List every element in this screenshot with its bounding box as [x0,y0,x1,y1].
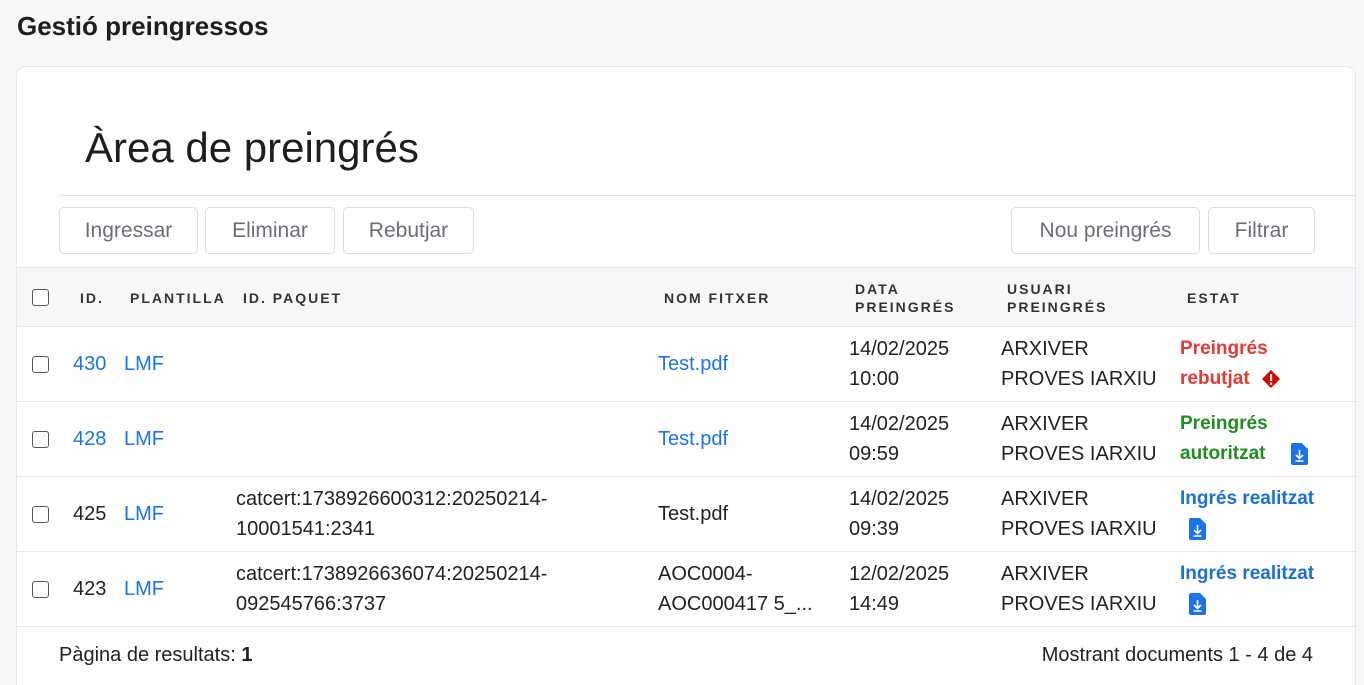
row-usuari: ARXIVER PROVES IARXIU [1001,334,1157,394]
status-line1: Preingrés [1180,413,1268,434]
row-usuari: ARXIVER PROVES IARXIU [1001,409,1157,469]
row-plantilla-link[interactable]: LMF [124,424,164,454]
header-usuari-preingres[interactable]: USUARI PREINGRÉS [1007,280,1107,316]
page-number[interactable]: 1 [241,644,252,666]
row-usuari-line2: PROVES IARXIU [1001,368,1157,390]
row-time: 10:00 [849,368,900,390]
table-row: 423 LMF catcert:1738926636074:20250214- … [17,552,1355,627]
row-date: 14/02/2025 [849,413,950,435]
rebutjar-button[interactable]: Rebutjar [343,207,474,254]
download-document-icon[interactable] [1290,442,1308,465]
row-usuari-line2: PROVES IARXIU [1001,593,1157,615]
header-estat[interactable]: ESTAT [1187,289,1241,307]
row-fitxer: AOC0004- AOC000417 5_... [658,559,813,619]
table-row: 430 LMF Test.pdf 14/02/2025 10:00 ARXIVE… [17,327,1355,402]
header-data-line1: DATA [855,281,900,297]
header-nom-fitxer[interactable]: NOM FITXER [664,289,770,307]
row-usuari-line1: ARXIVER [1001,563,1089,585]
row-checkbox[interactable] [32,581,49,598]
row-paquet-line1: catcert:1738926636074:20250214- [236,563,548,585]
results-count: Mostrant documents 1 - 4 de 4 [1041,644,1313,666]
row-data: 14/02/2025 09:59 [849,409,949,469]
table-footer: Pàgina de resultats: 1 Mostrant document… [17,628,1355,685]
filtrar-button[interactable]: Filtrar [1208,207,1315,254]
table-row: 428 LMF Test.pdf 14/02/2025 09:59 ARXIVE… [17,402,1355,477]
area-title: Àrea de preingrés [85,124,419,171]
row-id-link[interactable]: 428 [73,424,106,454]
status-badge: Ingrés realitzat [1180,559,1314,619]
eliminar-button[interactable]: Eliminar [205,207,335,254]
header-data-line2: PREINGRÉS [855,299,956,315]
header-id-paquet[interactable]: ID. PAQUET [243,289,342,307]
select-all-checkbox[interactable] [32,289,49,306]
row-time: 14:49 [849,593,900,615]
download-document-icon[interactable] [1189,592,1206,615]
row-checkbox[interactable] [32,431,49,448]
row-plantilla-link[interactable]: LMF [124,499,164,529]
header-id[interactable]: ID. [80,289,104,307]
header-usuari-line1: USUARI [1007,281,1073,297]
row-time: 09:59 [849,443,900,465]
status-badge: Preingrés rebutjat [1180,334,1281,394]
row-fitxer-link[interactable]: Test.pdf [658,424,728,454]
download-document-icon[interactable] [1189,517,1206,540]
row-usuari-line1: ARXIVER [1001,488,1089,510]
status-badge: Preingrés autoritzat [1180,409,1308,469]
row-fitxer: Test.pdf [658,503,729,525]
header-plantilla[interactable]: PLANTILLA [130,289,226,307]
row-id: 425 [73,503,107,525]
row-paquet-line1: catcert:1738926600312:20250214- [236,488,548,510]
row-usuari-line2: PROVES IARXIU [1001,443,1157,465]
status-badge: Ingrés realitzat [1180,484,1314,544]
page-title: Gestió preingressos [17,11,269,41]
row-paquet-line2: 092545766:3737 [236,593,387,615]
header-usuari-line2: PREINGRÉS [1007,299,1108,315]
pagination-info: Pàgina de resultats: 1 [59,644,252,667]
row-date: 12/02/2025 [849,563,950,585]
table-row: 425 LMF catcert:1738926600312:20250214- … [17,477,1355,552]
row-usuari: ARXIVER PROVES IARXIU [1001,484,1157,544]
row-paquet: catcert:1738926636074:20250214- 09254576… [236,559,547,619]
status-line1: Preingrés [1180,338,1268,359]
row-paquet: catcert:1738926600312:20250214- 10001541… [236,484,547,544]
row-data: 14/02/2025 10:00 [849,334,949,394]
row-fitxer-line1: AOC0004- [658,563,753,585]
row-checkbox[interactable] [32,506,49,523]
row-data: 12/02/2025 14:49 [849,559,949,619]
row-plantilla-link[interactable]: LMF [124,574,164,604]
status-line1: Ingrés realitzat [1180,563,1315,584]
row-fitxer-line2: AOC000417 5_... [658,593,813,615]
title-divider [59,195,1355,196]
row-paquet-line2: 10001541:2341 [236,518,376,540]
row-fitxer-link[interactable]: Test.pdf [658,349,728,379]
row-date: 14/02/2025 [849,338,950,360]
row-usuari-line2: PROVES IARXIU [1001,518,1157,540]
preingress-card: Àrea de preingrés Ingressar Eliminar Reb… [16,66,1356,685]
page-label: Pàgina de resultats: [59,644,236,666]
row-plantilla-link[interactable]: LMF [124,349,164,379]
row-data: 14/02/2025 09:39 [849,484,949,544]
ingressar-button[interactable]: Ingressar [59,207,198,254]
row-date: 14/02/2025 [849,488,950,510]
row-checkbox[interactable] [32,356,49,373]
row-usuari: ARXIVER PROVES IARXIU [1001,559,1157,619]
nou-preingres-button[interactable]: Nou preingrés [1011,207,1200,254]
table-header: ID. PLANTILLA ID. PAQUET NOM FITXER DATA… [17,267,1355,327]
status-line1: Ingrés realitzat [1180,488,1315,509]
row-id: 423 [73,578,107,600]
row-time: 09:39 [849,518,900,540]
row-id-link[interactable]: 430 [73,349,106,379]
row-usuari-line1: ARXIVER [1001,338,1089,360]
status-line2: rebutjat [1180,368,1250,389]
warning-icon [1261,369,1280,388]
header-data-preingres[interactable]: DATA PREINGRÉS [855,280,955,316]
row-usuari-line1: ARXIVER [1001,413,1089,435]
status-line2: autoritzat [1180,443,1266,464]
